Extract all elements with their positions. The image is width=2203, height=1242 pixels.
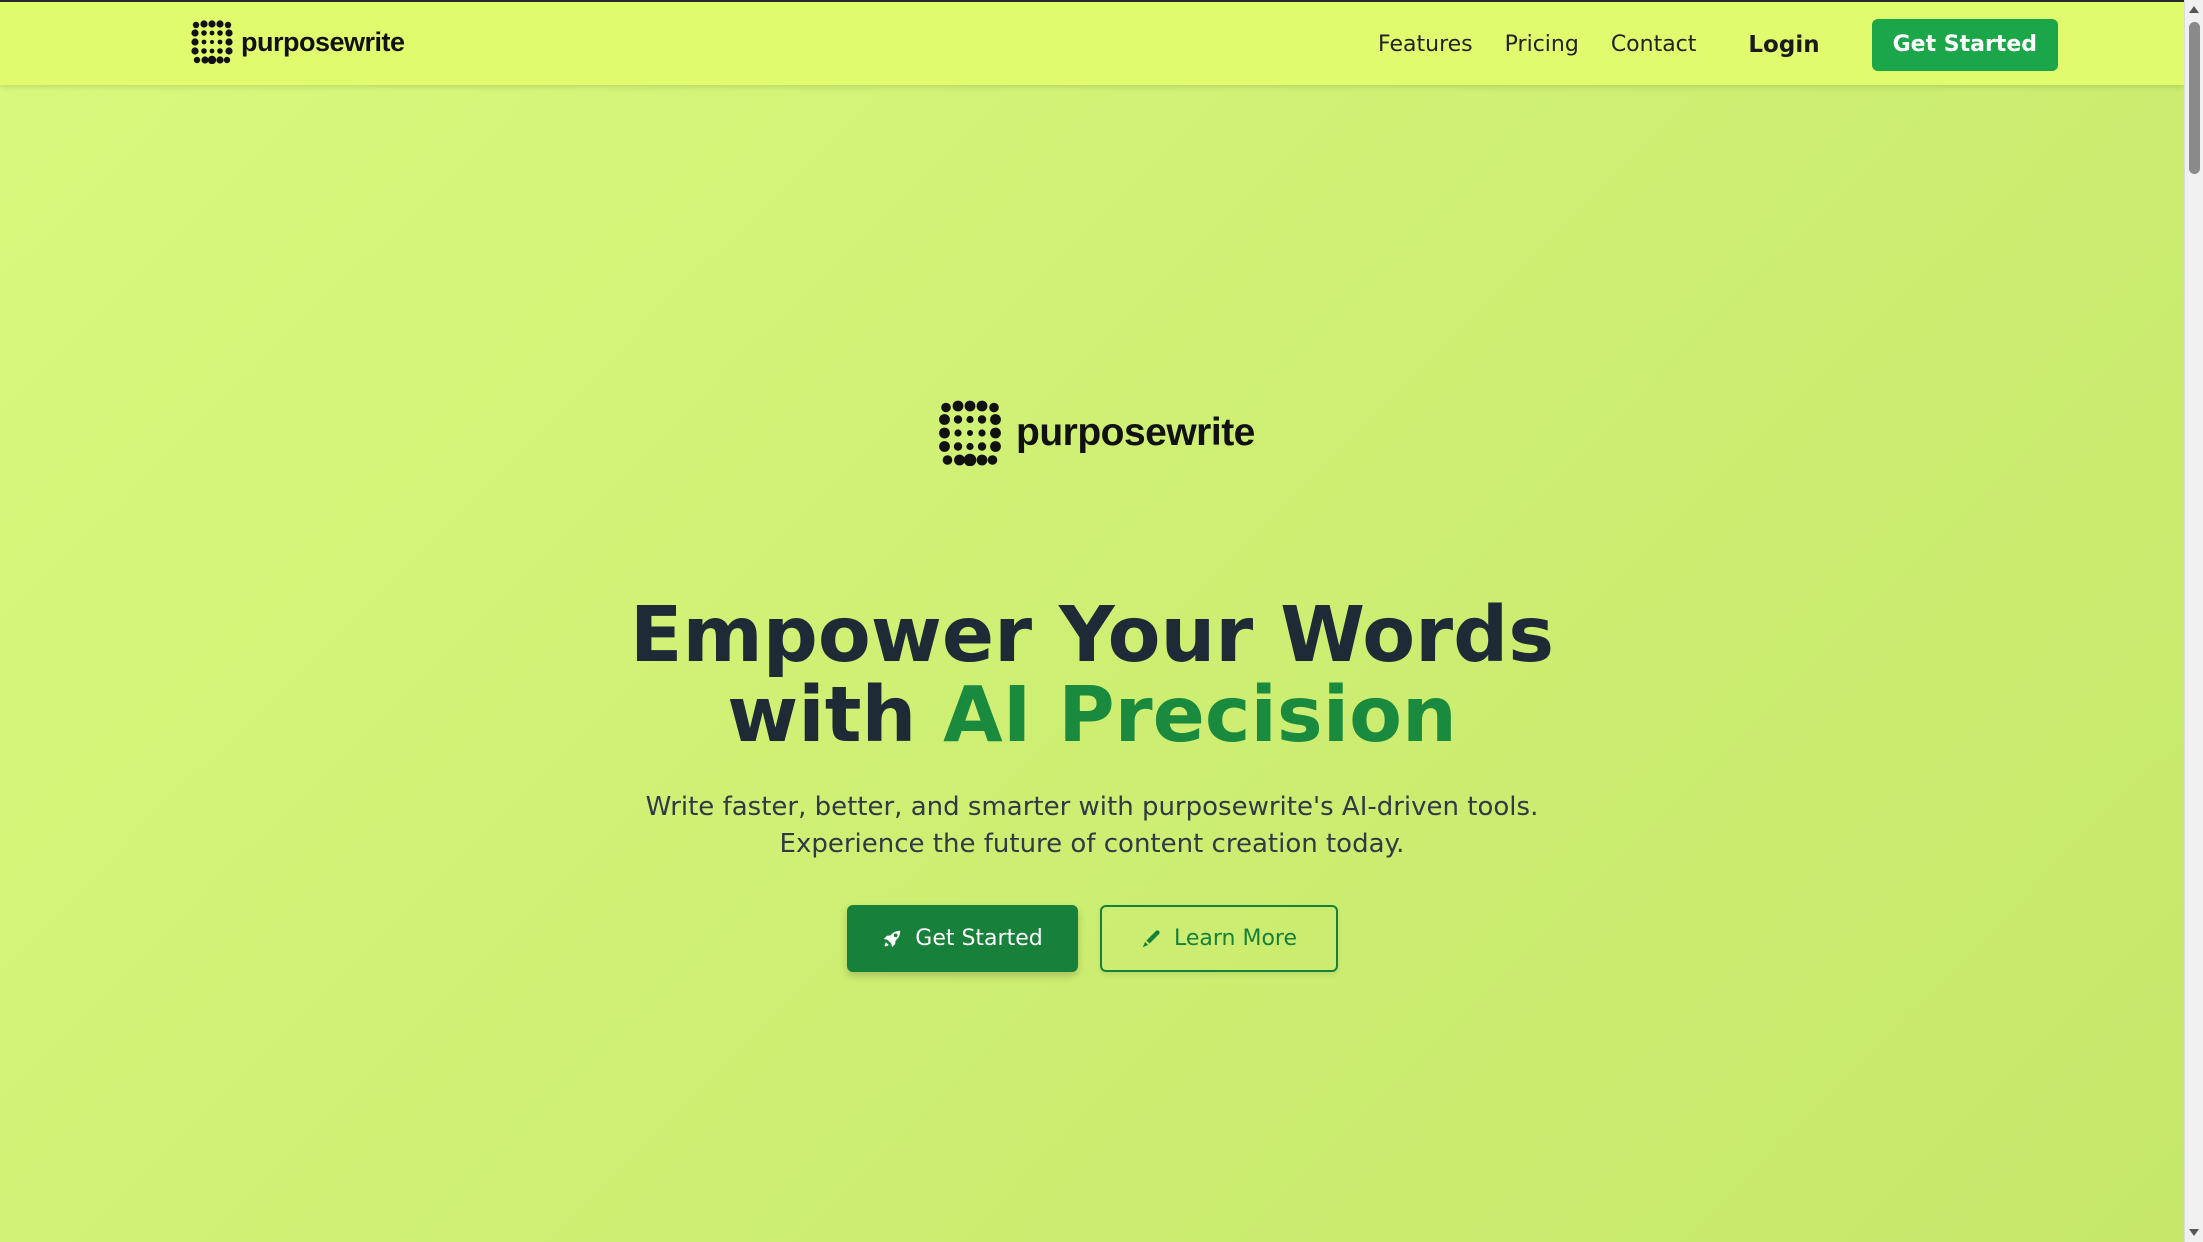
nav-menu: Features Pricing Contact Login Get Start… xyxy=(1378,2,2184,87)
nav-link-pricing[interactable]: Pricing xyxy=(1505,32,1579,57)
hero-subtitle: Write faster, better, and smarter with p… xyxy=(645,792,1539,859)
hero-get-started-button[interactable]: Get Started xyxy=(846,905,1078,972)
nav-link-contact[interactable]: Contact xyxy=(1611,32,1697,57)
login-link[interactable]: Login xyxy=(1748,32,1819,58)
hero-logo: purposewrite xyxy=(938,400,1255,466)
hero-headline: Empower Your Words with AI Precision xyxy=(0,596,2184,756)
headline-line-1: Empower Your Words xyxy=(629,591,1555,680)
nav-link-features[interactable]: Features xyxy=(1378,32,1473,57)
dots-logo-icon xyxy=(938,400,1002,466)
brand-name: purposewrite xyxy=(241,26,405,57)
headline-with: with xyxy=(727,671,944,760)
hero-brand-name: purposewrite xyxy=(1016,411,1255,454)
landing-page: purposewrite Features Pricing Contact Lo… xyxy=(0,0,2184,1242)
vertical-scrollbar[interactable] xyxy=(2184,0,2203,1242)
scroll-up-arrow-icon[interactable] xyxy=(2189,6,2199,13)
nav-get-started-button[interactable]: Get Started xyxy=(1871,18,2058,71)
scroll-thumb[interactable] xyxy=(2189,22,2200,174)
hero-button-row: Get Started Learn More xyxy=(0,905,2184,972)
scroll-down-arrow-icon[interactable] xyxy=(2189,1229,2199,1236)
secondary-button-label: Learn More xyxy=(1173,926,1298,951)
top-navbar: purposewrite Features Pricing Contact Lo… xyxy=(0,0,2184,85)
dots-logo-icon xyxy=(191,20,233,64)
brand-logo-link[interactable]: purposewrite xyxy=(191,20,405,64)
rocket-icon xyxy=(881,928,903,950)
learn-more-button[interactable]: Learn More xyxy=(1099,905,1338,972)
pen-icon xyxy=(1140,928,1162,950)
primary-button-label: Get Started xyxy=(915,926,1043,951)
headline-accent: AI Precision xyxy=(943,671,1457,760)
